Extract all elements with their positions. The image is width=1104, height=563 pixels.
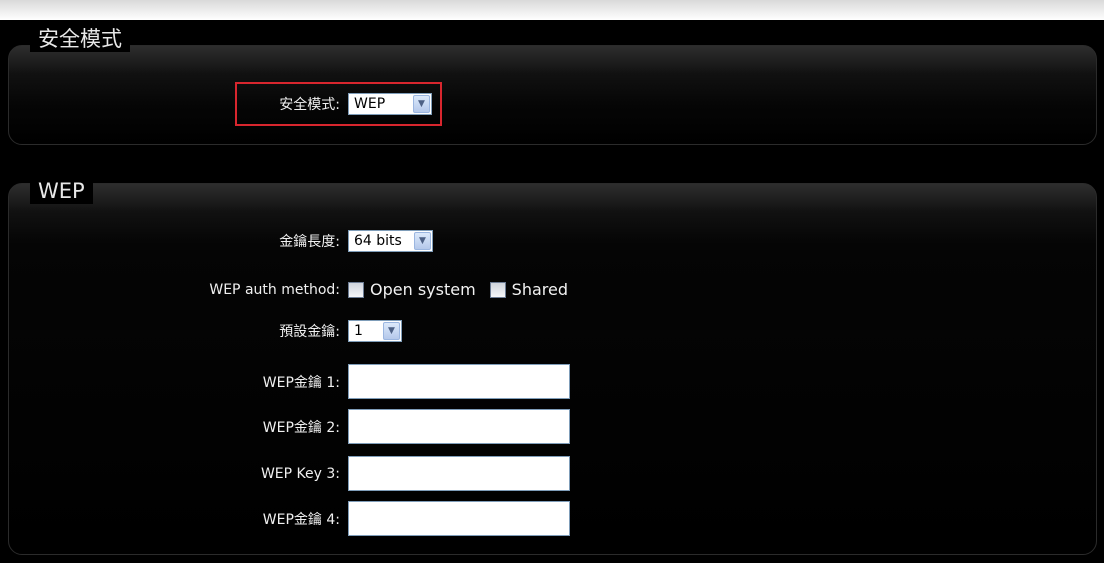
wep-key-3-input[interactable] — [348, 456, 570, 491]
auth-method-label: WEP auth method: — [209, 281, 340, 298]
default-key-label: 預設金鑰: — [279, 324, 340, 340]
chevron-down-icon[interactable]: ▼ — [414, 232, 431, 250]
wep-key-2-input[interactable] — [348, 409, 570, 444]
wep-key-3-label: WEP Key 3: — [260, 465, 340, 482]
open-system-checkbox[interactable] — [348, 281, 364, 298]
security-mode-select[interactable]: WEP ▼ — [348, 93, 432, 115]
wep-key-1-row: WEP金鑰 1: — [8, 364, 570, 399]
security-mode-legend: 安全模式 — [30, 26, 130, 52]
wep-key-1-label: WEP金鑰 1: — [262, 374, 340, 391]
default-key-select[interactable]: 1 ▼ — [348, 320, 402, 342]
top-border — [0, 0, 1104, 20]
default-key-row: 預設金鑰: 1 ▼ — [8, 320, 402, 342]
open-system-label: Open system — [370, 280, 476, 299]
shared-label: Shared — [511, 280, 568, 299]
wep-legend: WEP — [30, 178, 93, 204]
default-key-value: 1 — [354, 323, 363, 339]
auth-method-row: WEP auth method: Open system Shared — [8, 280, 582, 299]
security-mode-value: WEP — [354, 96, 386, 112]
security-mode-label: 安全模式: — [279, 97, 340, 113]
wep-key-2-label: WEP金鑰 2: — [262, 419, 340, 436]
wep-key-1-input[interactable] — [348, 364, 570, 399]
wep-key-3-row: WEP Key 3: — [8, 456, 570, 491]
wep-key-4-input[interactable] — [348, 501, 570, 536]
wep-key-4-row: WEP金鑰 4: — [8, 501, 570, 536]
key-length-value: 64 bits — [354, 233, 402, 249]
wep-key-4-label: WEP金鑰 4: — [262, 511, 340, 528]
security-mode-row: 安全模式: WEP ▼ — [8, 93, 432, 115]
chevron-down-icon[interactable]: ▼ — [383, 322, 400, 340]
key-length-select[interactable]: 64 bits ▼ — [348, 230, 433, 252]
shared-checkbox[interactable] — [489, 281, 506, 298]
key-length-row: 金鑰長度: 64 bits ▼ — [8, 230, 433, 252]
wep-key-2-row: WEP金鑰 2: — [8, 409, 570, 444]
key-length-label: 金鑰長度: — [279, 234, 340, 250]
chevron-down-icon[interactable]: ▼ — [413, 95, 430, 113]
